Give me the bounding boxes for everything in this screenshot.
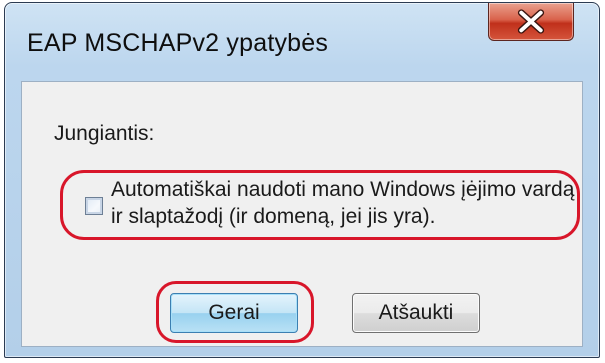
ok-button[interactable]: Gerai <box>170 293 298 333</box>
dialog-content: Jungiantis: Automatiškai naudoti mano Wi… <box>21 81 583 347</box>
dialog-window: EAP MSCHAPv2 ypatybės Jungiantis: Automa… <box>4 2 600 358</box>
close-icon <box>517 9 545 34</box>
auto-credentials-label-line2: ir slaptažodį (ir domeną, jei jis yra). <box>111 205 436 228</box>
auto-credentials-checkbox[interactable] <box>85 197 103 215</box>
cancel-button[interactable]: Atšaukti <box>352 293 480 333</box>
auto-credentials-option[interactable]: Automatiškai naudoti mano Windows įėjimo… <box>60 170 580 240</box>
connecting-label: Jungiantis: <box>54 122 155 145</box>
auto-credentials-label[interactable]: Automatiškai naudoti mano Windows įėjimo… <box>111 176 574 230</box>
close-button[interactable] <box>488 3 574 41</box>
title-bar[interactable]: EAP MSCHAPv2 ypatybės <box>5 3 599 81</box>
auto-credentials-label-line1: Automatiškai naudoti mano Windows įėjimo… <box>111 178 575 201</box>
window-title: EAP MSCHAPv2 ypatybės <box>27 29 329 57</box>
